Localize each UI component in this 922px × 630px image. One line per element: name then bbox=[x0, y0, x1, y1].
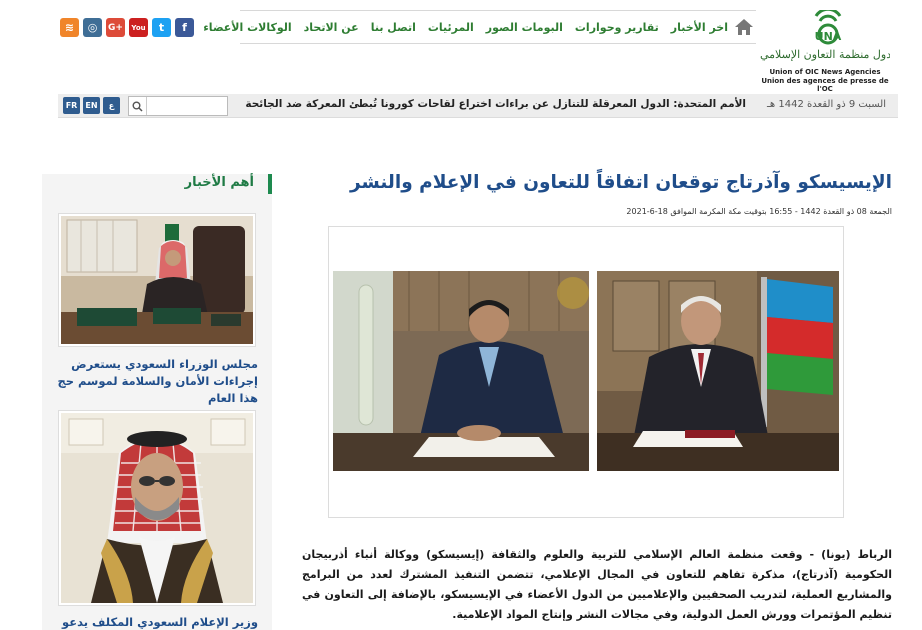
twitter-icon[interactable]: t bbox=[152, 18, 171, 37]
rss-icon[interactable]: ≋ bbox=[60, 18, 79, 37]
main-navigation: اخر الأخبار تقارير وحوارات البومات الصور… bbox=[184, 10, 756, 44]
logo-arabic-text: اتحاد وكالات أنباء دول منظمة التعاون الإ… bbox=[760, 48, 890, 61]
social-links: ≋ ◎ G+ You t f bbox=[60, 18, 194, 37]
search-box bbox=[128, 96, 228, 116]
google-plus-icon[interactable]: G+ bbox=[106, 18, 125, 37]
nav-item-videos[interactable]: المرئيات bbox=[428, 21, 474, 34]
nav-item-photo-albums[interactable]: البومات الصور bbox=[486, 21, 563, 34]
article-photo-image bbox=[333, 271, 839, 471]
news-card-caption[interactable]: مجلس الوزراء السعودي يستعرض إجراءات الأم… bbox=[56, 356, 258, 407]
sidebar-title: أهم الأخبار bbox=[184, 175, 254, 190]
search-input[interactable] bbox=[147, 98, 227, 114]
news-photo-2 bbox=[61, 413, 253, 603]
news-photo-1 bbox=[61, 216, 253, 344]
news-card-image[interactable] bbox=[58, 213, 256, 347]
article-title: الإيسيسكو وآذرتاج توقعان اتفاقاً للتعاون… bbox=[350, 172, 892, 193]
logo-french-text: Union des agences de presse de l'OC bbox=[761, 77, 889, 93]
sidebar-header: أهم الأخبار bbox=[42, 174, 272, 194]
article-body: الرباط (يونا) - وقعت منظمة العالم الإسلا… bbox=[302, 548, 892, 621]
home-icon[interactable] bbox=[734, 16, 754, 38]
article-photo[interactable] bbox=[328, 226, 844, 518]
language-switcher: FR EN ع bbox=[63, 97, 120, 114]
site-logo[interactable]: UNA اتحاد وكالات أنباء دول منظمة التعاون… bbox=[760, 10, 890, 93]
youtube-icon[interactable]: You bbox=[129, 18, 148, 37]
ticker-headline[interactable]: الأمم المتحدة: الدول المعرقلة للتنازل عن… bbox=[245, 98, 746, 110]
facebook-icon[interactable]: f bbox=[175, 18, 194, 37]
nav-item-contact[interactable]: اتصل بنا bbox=[371, 21, 416, 34]
top-news-sidebar: أهم الأخبار مجلس الوزراء السعودي يستعرض … bbox=[42, 174, 272, 630]
news-card-caption[interactable]: وزير الإعلام السعودي المكلف يدعو bbox=[56, 614, 258, 630]
lang-arabic-button[interactable]: ع bbox=[103, 97, 120, 114]
logo-mark-text: UNA bbox=[815, 30, 842, 43]
nav-item-reports[interactable]: تقارير وحوارات bbox=[575, 21, 659, 34]
instagram-icon[interactable]: ◎ bbox=[83, 18, 102, 37]
nav-item-about[interactable]: عن الاتحاد bbox=[304, 21, 359, 34]
una-logo-icon: UNA bbox=[815, 10, 842, 45]
news-card-image[interactable] bbox=[58, 410, 256, 606]
lang-french-button[interactable]: FR bbox=[63, 97, 80, 114]
hijri-date: السبت 9 ذو القعدة 1442 هـ bbox=[767, 99, 886, 110]
logo-english-text: Union of OIC News Agencies bbox=[769, 68, 881, 76]
news-ticker-bar: السبت 9 ذو القعدة 1442 هـ الأمم المتحدة:… bbox=[58, 94, 898, 118]
search-icon[interactable] bbox=[129, 97, 147, 115]
article-timestamp: الجمعة 08 ذو القعدة 1442 - 16:55 بتوقيت … bbox=[626, 207, 892, 216]
nav-item-latest-news[interactable]: اخر الأخبار bbox=[671, 21, 728, 34]
lang-english-button[interactable]: EN bbox=[83, 97, 100, 114]
nav-item-member-agencies[interactable]: الوكالات الأعضاء bbox=[203, 21, 291, 34]
